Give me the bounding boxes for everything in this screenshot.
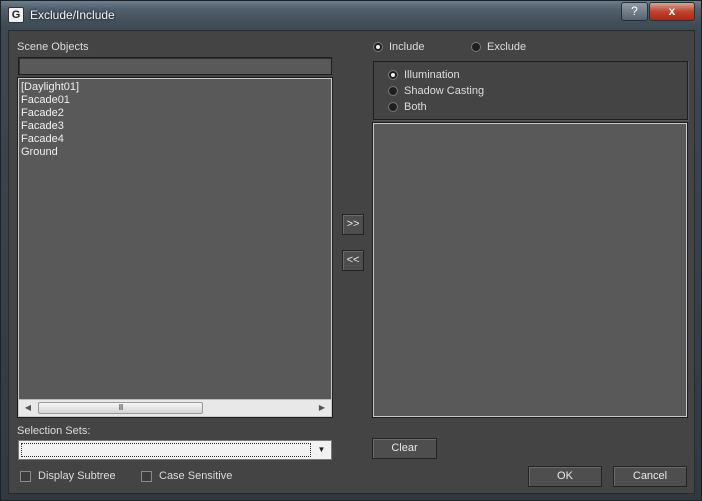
- list-item[interactable]: Facade2: [21, 107, 331, 120]
- exclude-include-dialog: G Exclude/Include ? x Scene Objects [Day…: [0, 0, 702, 501]
- scene-objects-label: Scene Objects: [17, 41, 89, 53]
- selection-sets-label: Selection Sets:: [17, 425, 91, 437]
- shadow-casting-label: Shadow Casting: [404, 85, 485, 97]
- cancel-button[interactable]: Cancel: [613, 466, 687, 487]
- case-sensitive-checkbox[interactable]: Case Sensitive: [141, 470, 232, 482]
- display-subtree-label: Display Subtree: [38, 470, 116, 482]
- radio-selected-icon: [373, 42, 383, 52]
- list-item[interactable]: Facade01: [21, 94, 331, 107]
- checkbox-unchecked-icon: [20, 470, 31, 482]
- clear-button[interactable]: Clear: [372, 438, 437, 459]
- display-subtree-checkbox[interactable]: Display Subtree: [20, 470, 116, 482]
- app-logo-icon: G: [8, 7, 24, 23]
- selection-sets-value: [21, 443, 311, 457]
- add-to-list-button[interactable]: >>: [342, 214, 364, 235]
- radio-unselected-icon: [471, 42, 481, 52]
- chevron-down-icon[interactable]: ▼: [313, 442, 330, 458]
- window-title: Exclude/Include: [30, 8, 115, 22]
- horizontal-scrollbar[interactable]: ◀ III ▶: [19, 399, 331, 416]
- radio-unselected-icon: [388, 102, 398, 112]
- scroll-left-icon[interactable]: ◀: [20, 400, 36, 416]
- help-button[interactable]: ?: [621, 2, 648, 21]
- illumination-label: Illumination: [404, 69, 460, 81]
- radio-selected-icon: [388, 70, 398, 80]
- title-bar[interactable]: G Exclude/Include ? x: [1, 1, 701, 29]
- selection-sets-dropdown[interactable]: ▼: [18, 440, 332, 460]
- both-radio[interactable]: Both: [388, 101, 427, 113]
- radio-unselected-icon: [388, 86, 398, 96]
- illumination-radio[interactable]: Illumination: [388, 69, 460, 81]
- remove-from-list-button[interactable]: <<: [342, 250, 364, 271]
- scroll-right-icon[interactable]: ▶: [314, 400, 330, 416]
- shadow-casting-radio[interactable]: Shadow Casting: [388, 85, 484, 97]
- include-label: Include: [389, 41, 425, 53]
- affect-options-group: Illumination Shadow Casting Both: [373, 61, 688, 120]
- exclude-radio[interactable]: Exclude: [471, 41, 526, 53]
- ok-button[interactable]: OK: [528, 466, 602, 487]
- scroll-thumb[interactable]: III: [38, 402, 203, 414]
- exclude-label: Exclude: [487, 41, 527, 53]
- dialog-body: Scene Objects [Daylight01] Facade01 Faca…: [8, 30, 695, 494]
- included-objects-list[interactable]: [372, 122, 688, 418]
- list-item[interactable]: Ground: [21, 146, 331, 159]
- list-item[interactable]: Facade4: [21, 133, 331, 146]
- scene-objects-filter-input[interactable]: [18, 57, 332, 75]
- case-sensitive-label: Case Sensitive: [159, 470, 233, 482]
- both-label: Both: [404, 101, 427, 113]
- checkbox-unchecked-icon: [141, 470, 152, 482]
- list-item[interactable]: Facade3: [21, 120, 331, 133]
- include-radio[interactable]: Include: [373, 41, 424, 53]
- close-button[interactable]: x: [649, 2, 695, 21]
- scene-objects-list[interactable]: [Daylight01] Facade01 Facade2 Facade3 Fa…: [17, 77, 333, 418]
- list-item[interactable]: [Daylight01]: [21, 81, 331, 94]
